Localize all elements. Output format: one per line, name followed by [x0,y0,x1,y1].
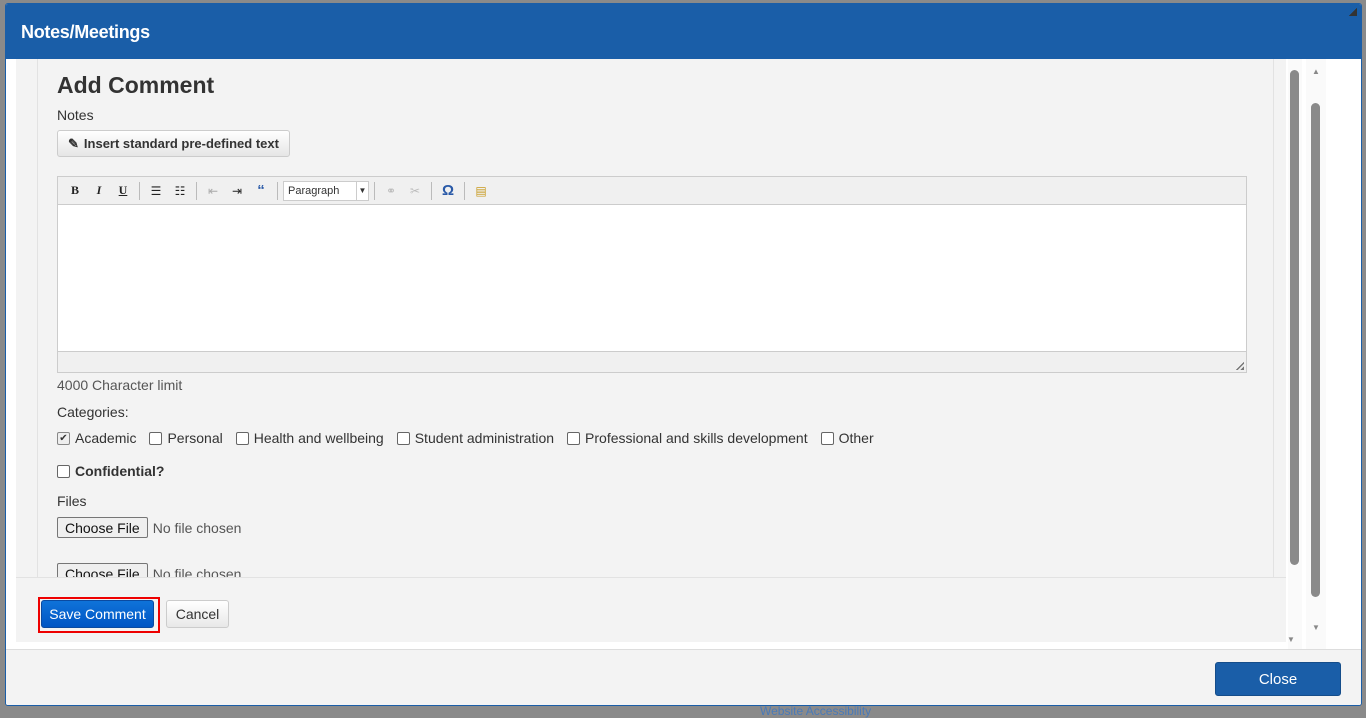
italic-icon[interactable]: I [88,181,110,201]
inner-scrollbar-thumb[interactable] [1290,70,1299,565]
editor-status-bar [58,351,1246,372]
scroll-down-icon[interactable]: ▼ [1312,623,1320,632]
bold-icon[interactable]: B [64,181,86,201]
numbered-list-icon[interactable]: ☷ [169,181,191,201]
category-other[interactable]: Other [820,430,874,446]
blockquote-icon[interactable]: “ [250,181,272,201]
checkbox[interactable] [820,431,834,445]
dialog-title: Notes/Meetings [21,22,150,42]
toolbar-divider [464,181,465,200]
file-input[interactable]: Choose File No file chosen [57,517,241,538]
toolbar-divider [431,181,432,200]
category-health-wellbeing[interactable]: Health and wellbeing [235,430,384,446]
file-status: No file chosen [152,519,242,536]
edit-icon: ✎ [68,135,79,151]
paste-from-word-icon[interactable]: ▤ [470,181,492,201]
file-status: No file chosen [152,565,242,578]
bulleted-list-icon[interactable]: ☰ [145,181,167,201]
page-title: Add Comment [57,72,215,98]
notes-meetings-dialog: Notes/Meetings Add Comment Notes ✎ Inser… [5,3,1362,706]
editor-toolbar: B I U ☰ ☷ ⇤ ⇥ “ Paragraph ▼ ⚭ ✂ Ω ▤ [58,177,1246,205]
link-icon[interactable]: ⚭ [380,181,402,201]
indent-icon[interactable]: ⇥ [226,181,248,201]
file-input[interactable]: Choose File No file chosen [57,563,241,577]
choose-file-button[interactable]: Choose File [57,563,148,577]
checkbox[interactable] [57,464,70,478]
toolbar-divider [196,181,197,200]
unlink-icon[interactable]: ✂ [404,181,426,201]
close-button[interactable]: Close [1215,662,1341,696]
category-personal[interactable]: Personal [149,430,223,446]
checkbox[interactable] [149,431,163,445]
dialog-footer: Close [6,649,1361,705]
toolbar-divider [139,181,140,200]
inner-scroll-down-icon[interactable]: ▼ [1287,635,1295,644]
checkbox[interactable] [235,431,249,445]
notes-label: Notes [57,107,94,123]
special-character-icon[interactable]: Ω [437,181,459,201]
chevron-down-icon: ▼ [356,181,368,200]
outer-scrollbar[interactable]: ▲ ▼ [1306,59,1326,649]
categories-label: Categories: [57,404,129,420]
editor-text-area[interactable] [58,205,1246,351]
category-checkboxes: ✔ Academic Personal Health and wellbeing … [57,430,887,446]
resize-grip-icon[interactable] [1235,361,1244,370]
dialog-header: Notes/Meetings [6,4,1361,59]
toolbar-divider [374,181,375,200]
form-actions: Save Comment Cancel [16,577,1286,642]
underline-icon[interactable]: U [112,181,134,201]
checkbox-checked-icon[interactable]: ✔ [57,431,70,445]
save-comment-button[interactable]: Save Comment [41,600,154,628]
character-limit: 4000 Character limit [57,377,183,393]
checkbox[interactable] [396,431,410,445]
comment-form-panel: Add Comment Notes ✎ Insert standard pre-… [37,59,1274,577]
cancel-button[interactable]: Cancel [166,600,229,628]
category-student-administration[interactable]: Student administration [396,430,554,446]
scroll-up-icon[interactable]: ▲ [1312,67,1320,76]
resize-handle-icon[interactable] [1349,8,1357,16]
rich-text-editor: B I U ☰ ☷ ⇤ ⇥ “ Paragraph ▼ ⚭ ✂ Ω ▤ [57,176,1247,373]
outdent-icon[interactable]: ⇤ [202,181,224,201]
category-professional-skills[interactable]: Professional and skills development [567,430,808,446]
comment-frame: Add Comment Notes ✎ Insert standard pre-… [16,59,1286,642]
category-academic[interactable]: ✔ Academic [57,430,136,446]
files-label: Files [57,493,87,509]
background-accessibility-link[interactable]: Website Accessibility [760,704,871,718]
outer-scrollbar-thumb[interactable] [1311,103,1320,597]
choose-file-button[interactable]: Choose File [57,517,148,538]
toolbar-divider [277,181,278,200]
format-select[interactable]: Paragraph ▼ [283,180,369,201]
insert-predefined-text-button[interactable]: ✎ Insert standard pre-defined text [57,130,290,157]
inner-scrollbar[interactable] [1288,59,1302,649]
confidential-checkbox[interactable]: Confidential? [57,463,177,479]
checkbox[interactable] [567,431,581,445]
dialog-body: Add Comment Notes ✎ Insert standard pre-… [6,59,1361,649]
